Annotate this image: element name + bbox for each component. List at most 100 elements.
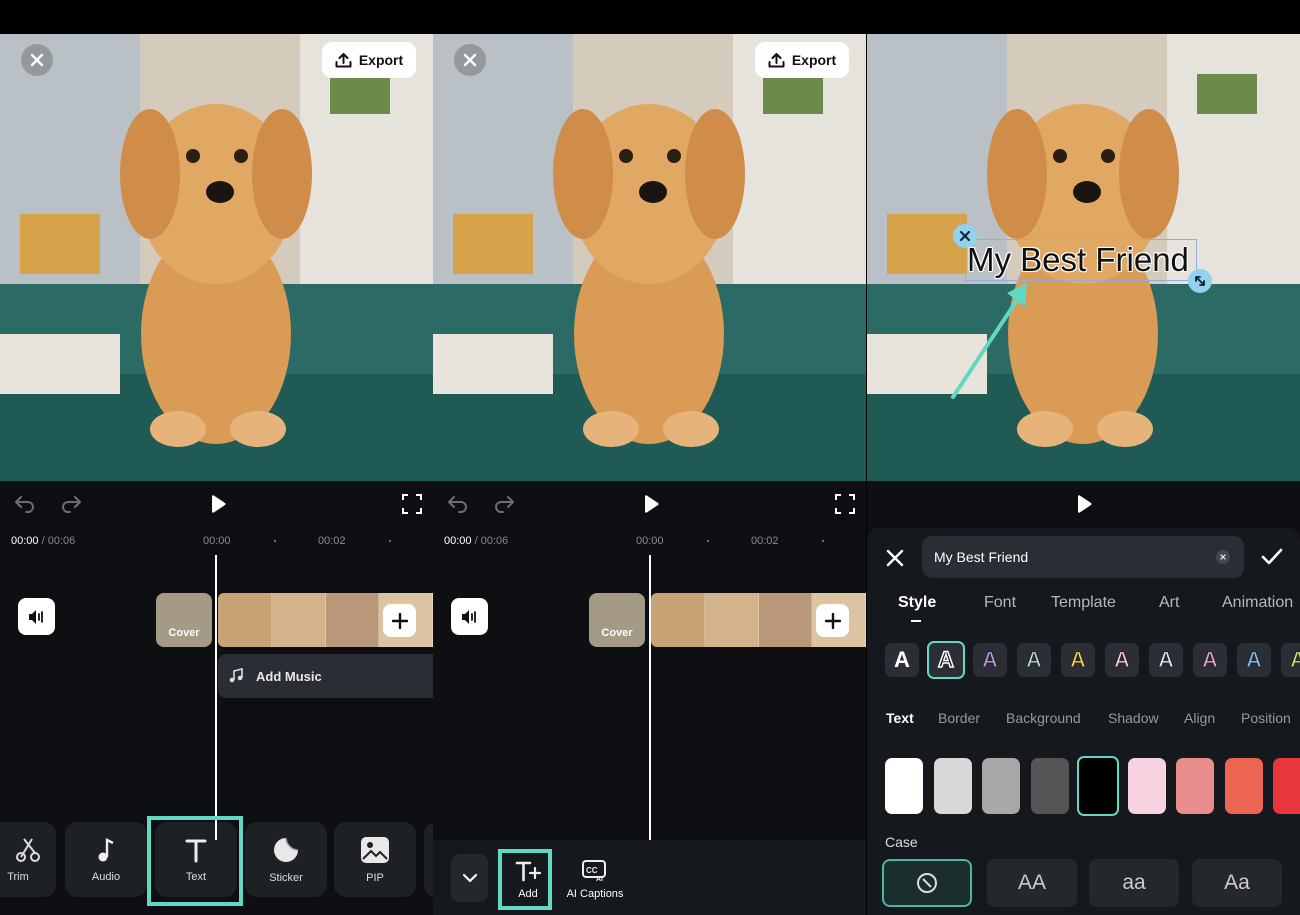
export-button[interactable]: Export: [755, 42, 849, 78]
tab-template[interactable]: Template: [1051, 594, 1116, 612]
editor-panel-main: Export 00:00 / 00:06 00:00 00:02 Cover A…: [0, 0, 433, 915]
speaker-icon: [461, 609, 476, 624]
music-note-icon: [98, 837, 114, 861]
mute-clip-button[interactable]: [451, 598, 488, 635]
scissors-icon: [16, 837, 40, 862]
export-button[interactable]: Export: [322, 42, 416, 78]
ai-captions-icon: CCAI: [582, 860, 606, 882]
case-title-button[interactable]: Aa: [1192, 859, 1282, 907]
redo-icon[interactable]: [493, 493, 515, 513]
plus-icon: [391, 612, 408, 629]
subtab-align[interactable]: Align: [1184, 710, 1215, 726]
editor-panel-style: My Best Friend My Best Friend Style Font…: [867, 0, 1300, 915]
style-preset[interactable]: A: [1061, 643, 1095, 677]
style-preset[interactable]: A: [973, 643, 1007, 677]
fullscreen-icon[interactable]: [402, 494, 422, 514]
play-icon[interactable]: [1075, 494, 1093, 514]
tick-label: 00:00: [636, 535, 664, 547]
subtab-shadow[interactable]: Shadow: [1108, 710, 1159, 726]
text-overlay[interactable]: My Best Friend: [965, 239, 1197, 281]
highlight-box: [147, 816, 243, 906]
tool-sticker[interactable]: Sticker: [245, 822, 327, 897]
tick-dot: [822, 540, 824, 542]
playhead[interactable]: [215, 555, 217, 840]
tick-label: 00:02: [318, 535, 346, 547]
tool-pip[interactable]: PIP: [334, 822, 416, 897]
speaker-icon: [28, 609, 43, 624]
subtab-border[interactable]: Border: [938, 710, 980, 726]
cover-thumbnail[interactable]: Cover: [156, 593, 212, 647]
text-input[interactable]: My Best Friend: [922, 536, 1244, 578]
undo-icon[interactable]: [447, 493, 469, 513]
fullscreen-icon[interactable]: [835, 494, 855, 514]
case-lower-button[interactable]: aa: [1089, 859, 1179, 907]
playback-controls: [433, 481, 866, 527]
case-label: Case: [885, 834, 918, 850]
upload-icon: [335, 52, 352, 67]
tab-font[interactable]: Font: [984, 594, 1016, 612]
style-preset[interactable]: A: [1237, 643, 1271, 677]
undo-icon[interactable]: [14, 493, 36, 513]
resize-icon: [1195, 276, 1205, 286]
color-swatch[interactable]: [1224, 758, 1263, 814]
add-clip-button[interactable]: [383, 604, 416, 637]
play-icon[interactable]: [642, 494, 660, 514]
style-tabs: Style Font Template Art Animation: [867, 594, 1300, 616]
close-button[interactable]: [454, 44, 486, 76]
tool-trim[interactable]: Trim: [0, 822, 56, 897]
close-icon: [960, 231, 970, 241]
color-swatch[interactable]: [1273, 758, 1300, 814]
collapse-button[interactable]: [451, 854, 488, 902]
export-label: Export: [358, 52, 404, 68]
add-clip-button[interactable]: [816, 604, 849, 637]
music-note-icon: [229, 668, 243, 683]
tool-more[interactable]: [424, 822, 433, 897]
style-preset[interactable]: A: [885, 643, 919, 677]
subtab-background[interactable]: Background: [1006, 710, 1081, 726]
text-style-panel: My Best Friend Style Font Template Art A…: [867, 528, 1300, 915]
play-icon[interactable]: [209, 494, 227, 514]
upload-icon: [768, 52, 785, 67]
close-button[interactable]: [21, 44, 53, 76]
resize-text-handle[interactable]: [1188, 269, 1212, 293]
cover-thumbnail[interactable]: Cover: [589, 593, 645, 647]
tab-style[interactable]: Style: [898, 594, 936, 612]
style-preset[interactable]: A: [927, 641, 965, 679]
no-case-icon: [917, 873, 937, 893]
tab-art[interactable]: Art: [1159, 594, 1179, 612]
style-preset[interactable]: A: [1105, 643, 1139, 677]
tick-label: 00:00: [203, 535, 231, 547]
playback-controls: [0, 481, 433, 527]
subtab-position[interactable]: Position: [1241, 710, 1291, 726]
style-preset[interactable]: A: [1017, 643, 1051, 677]
style-preset[interactable]: A: [1281, 643, 1300, 677]
color-swatch[interactable]: [885, 758, 923, 814]
style-preset[interactable]: A: [1193, 643, 1227, 677]
subtab-text[interactable]: Text: [886, 710, 914, 726]
add-music-track[interactable]: Add Music: [218, 654, 433, 698]
style-preset[interactable]: A: [1149, 643, 1183, 677]
case-upper-button[interactable]: AA: [987, 859, 1077, 907]
tick-dot: [274, 540, 276, 542]
confirm-check-icon[interactable]: [1261, 548, 1283, 566]
playhead[interactable]: [649, 555, 651, 840]
redo-icon[interactable]: [60, 493, 82, 513]
close-icon: [1220, 554, 1226, 560]
tick-label: 00:02: [751, 535, 779, 547]
color-swatch[interactable]: [982, 758, 1020, 814]
tick-dot: [389, 540, 391, 542]
mute-clip-button[interactable]: [18, 598, 55, 635]
close-icon[interactable]: [886, 549, 904, 567]
tab-animation[interactable]: Animation: [1222, 594, 1293, 612]
clear-text-button[interactable]: [1216, 550, 1230, 564]
delete-text-handle[interactable]: [953, 224, 977, 248]
case-none-button[interactable]: [882, 859, 972, 907]
color-swatch[interactable]: [933, 758, 972, 814]
svg-text:AI: AI: [596, 876, 603, 882]
color-swatch[interactable]: [1127, 758, 1166, 814]
tool-audio[interactable]: Audio: [65, 822, 147, 897]
color-swatch[interactable]: [1030, 758, 1069, 814]
tool-ai-captions[interactable]: CC AI AI Captions: [565, 852, 625, 908]
color-swatch[interactable]: [1176, 758, 1214, 814]
color-swatch[interactable]: [1077, 756, 1119, 816]
